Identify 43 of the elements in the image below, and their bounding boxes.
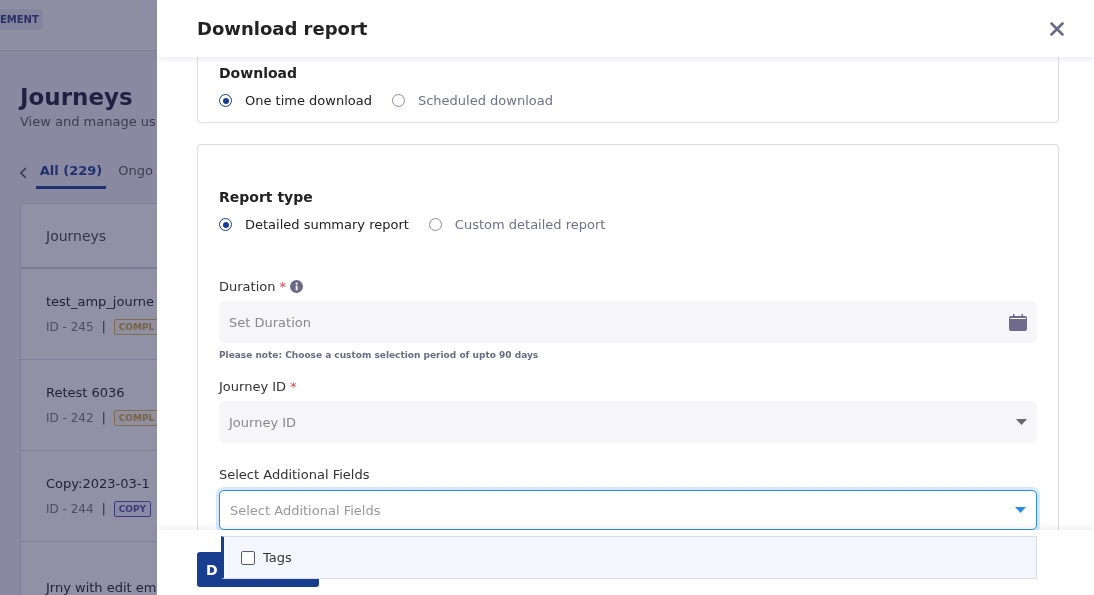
checkbox[interactable] — [241, 550, 255, 565]
nav-tag[interactable]: EMENT — [0, 8, 43, 30]
multi-select-field[interactable]: Select Additional Fields — [219, 490, 1037, 530]
chevron-left-icon[interactable] — [20, 167, 28, 179]
column-header: Journeys — [46, 227, 107, 244]
field-label: Journey ID — [219, 379, 287, 394]
separator: | — [101, 501, 106, 516]
journey-name[interactable]: test_amp_journe — [46, 293, 157, 309]
radio-option[interactable]: Scheduled download — [391, 93, 553, 108]
journey-name[interactable]: Jrny with edit em — [46, 579, 157, 595]
info-icon[interactable] — [289, 280, 303, 293]
page-subtitle: View and manage us — [20, 114, 157, 129]
page-title: Journeys — [20, 84, 134, 110]
radio-option[interactable]: One time download — [219, 93, 372, 108]
field-label: Select Additional Fields — [219, 467, 370, 482]
filter-tab[interactable]: Ongo — [114, 157, 157, 189]
radio-option[interactable]: Detailed summary report — [219, 217, 409, 232]
status-tag: COMPL — [113, 318, 157, 335]
calendar-icon — [1009, 313, 1027, 331]
caret-icon — [1015, 507, 1026, 513]
journey-name[interactable]: Retest 6036 — [46, 384, 157, 400]
select-field[interactable]: Journey ID — [219, 401, 1037, 443]
help-text: Please note: Choose a custom selection period of upto 90 days — [219, 350, 540, 360]
date-range-field[interactable]: Set Duration — [219, 301, 1037, 343]
journey-name[interactable]: Copy:2023-03-1 — [46, 475, 157, 491]
status-tag: COMPL — [113, 409, 157, 426]
close-icon[interactable] — [1050, 21, 1064, 36]
separator: | — [101, 410, 106, 425]
status-tag: COPY — [113, 500, 152, 517]
required-mark: * — [290, 379, 297, 394]
section-label: Download — [219, 65, 299, 81]
caret-icon — [1016, 419, 1027, 425]
journey-id: ID - 242 — [46, 410, 94, 425]
dropdown-option[interactable]: Tags — [241, 550, 292, 565]
journey-id: ID - 244 — [46, 501, 94, 516]
section-label: Report type — [219, 189, 314, 205]
filter-tab[interactable]: All (229) — [35, 157, 107, 189]
separator: | — [101, 319, 106, 334]
field-label: Duration — [219, 279, 276, 294]
drawer-title: Download report — [197, 18, 368, 39]
required-mark: * — [279, 279, 286, 294]
radio-option[interactable]: Custom detailed report — [428, 217, 606, 232]
journey-id: ID - 245 — [46, 319, 94, 334]
